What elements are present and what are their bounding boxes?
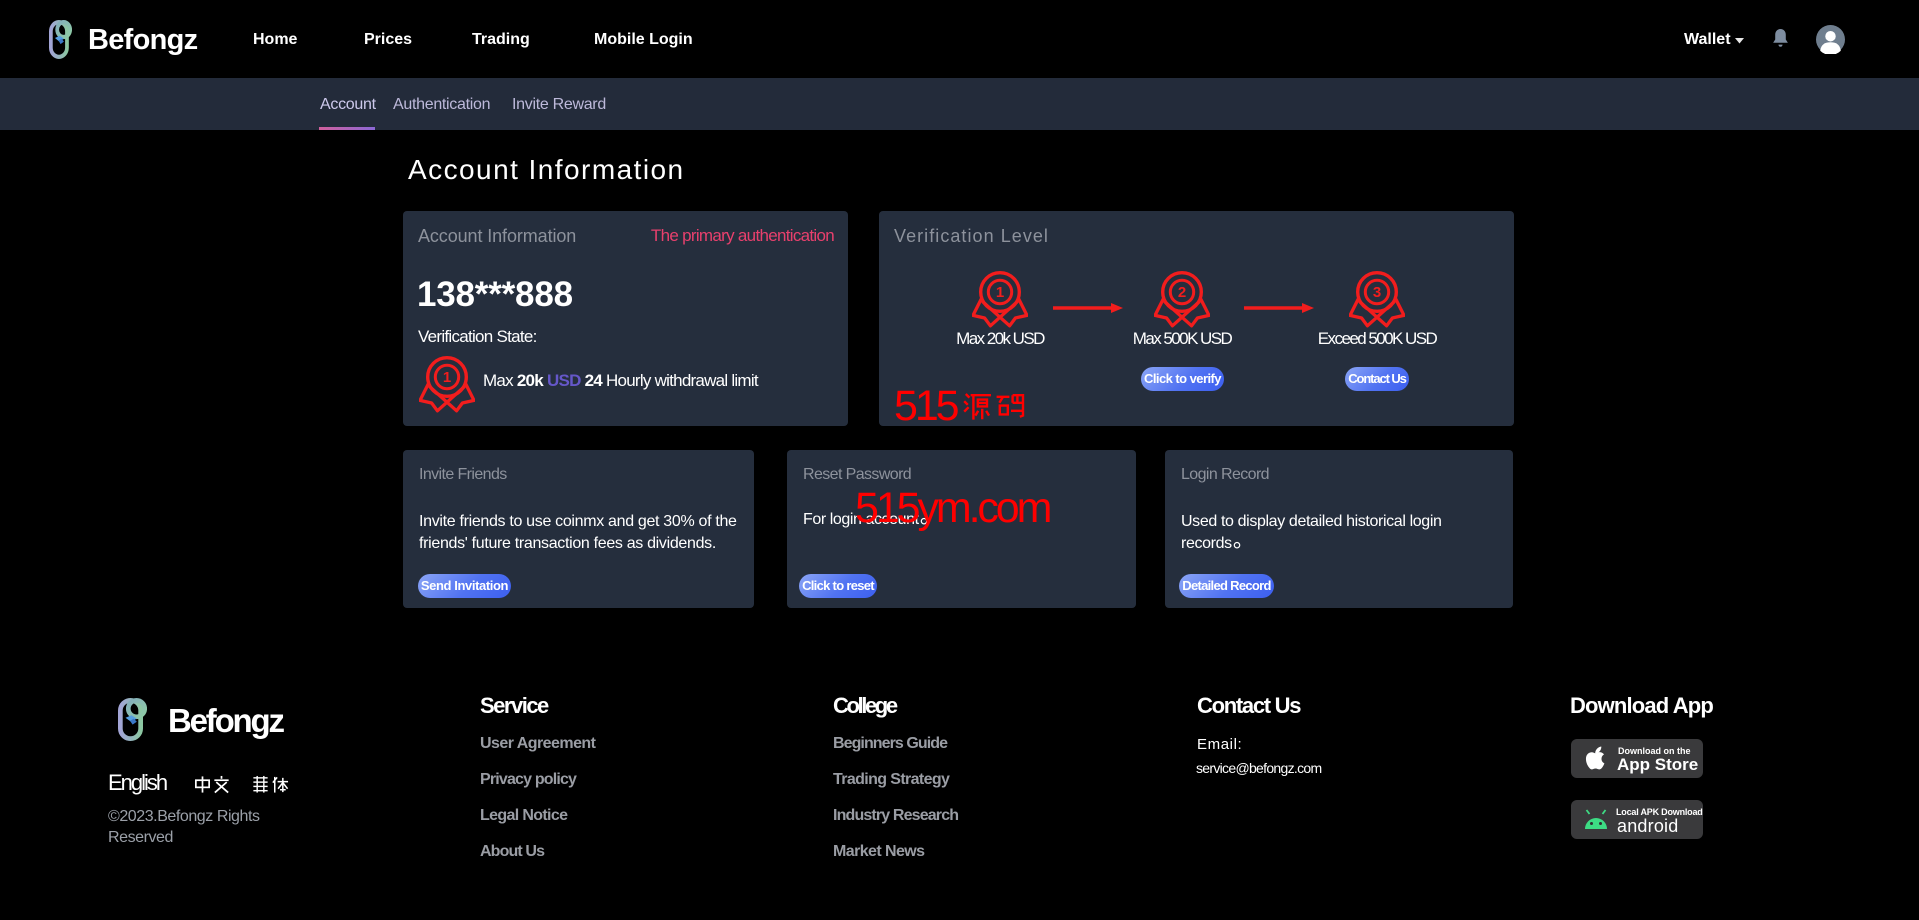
svg-text:1: 1 [996, 284, 1004, 301]
svg-text:2: 2 [1178, 284, 1186, 301]
svg-text:1: 1 [443, 369, 451, 386]
svg-text:3: 3 [1373, 284, 1381, 301]
